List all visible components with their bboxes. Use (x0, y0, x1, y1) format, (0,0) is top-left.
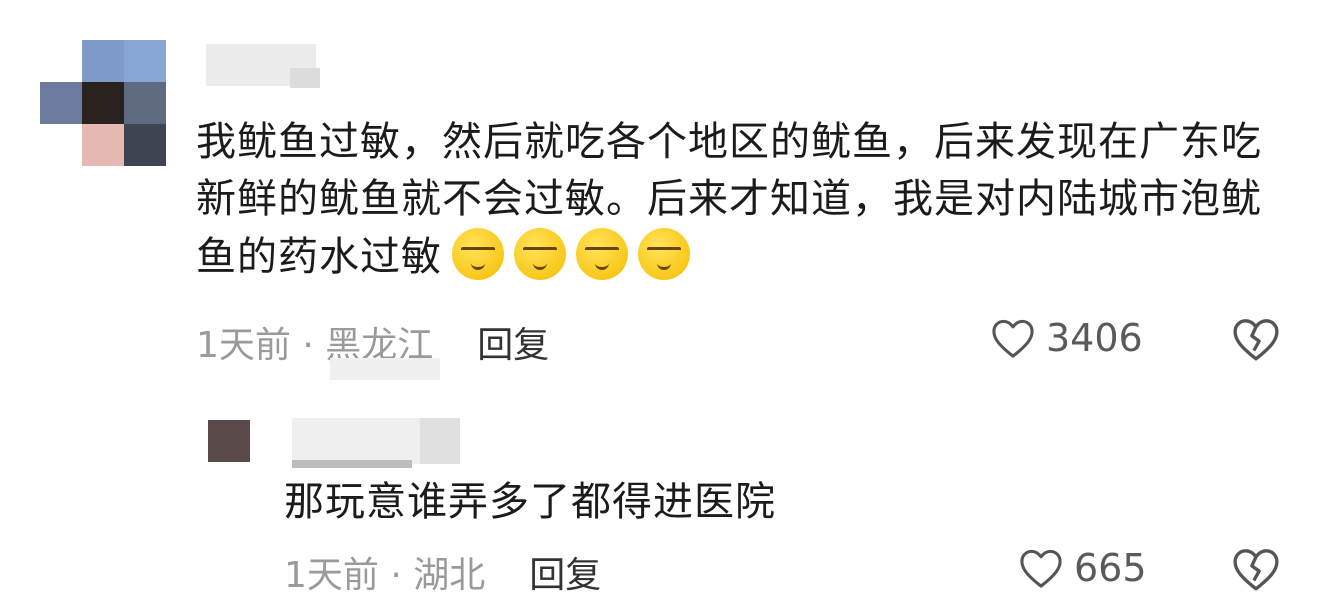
comment-body: 我鱿鱼过敏，然后就吃各个地区的鱿鱼，后来发现在广东吃新鲜的鱿鱼就不会过敏。后来才… (196, 119, 1262, 280)
like-button[interactable]: 665 (1018, 546, 1147, 590)
comment-text: 那玩意谁弄多了都得进医院 (284, 474, 1184, 531)
heart-icon (992, 319, 1034, 358)
like-count: 3406 (1046, 316, 1143, 360)
username-blurred[interactable] (292, 418, 422, 464)
like-button[interactable]: 3406 (990, 316, 1143, 360)
blurred-fragment (330, 358, 440, 380)
broken-heart-icon (1233, 319, 1279, 361)
broken-heart-icon (1233, 549, 1279, 591)
username-blurred-fragment (292, 460, 412, 468)
comment-body: 那玩意谁弄多了都得进医院 (284, 479, 776, 525)
avatar[interactable] (40, 40, 166, 166)
grimace-face-icon (452, 228, 504, 280)
comment-time-location: 1天前 · 湖北 (284, 555, 486, 596)
heart-icon (1020, 549, 1062, 588)
reply-button[interactable]: 回复 (477, 325, 549, 366)
like-count: 665 (1074, 546, 1147, 590)
grimace-face-icon (514, 228, 566, 280)
dislike-button[interactable] (1230, 316, 1282, 366)
dislike-button[interactable] (1230, 546, 1282, 596)
grimace-face-icon (638, 228, 690, 280)
comment-meta: 1天前 · 湖北 回复 (284, 546, 601, 598)
grimace-face-icon (576, 228, 628, 280)
username-blurred-fragment (290, 68, 320, 88)
reply-button[interactable]: 回复 (529, 555, 601, 596)
comment-text: 我鱿鱼过敏，然后就吃各个地区的鱿鱼，后来发现在广东吃新鲜的鱿鱼就不会过敏。后来才… (196, 114, 1276, 286)
avatar[interactable] (208, 420, 250, 462)
username-blurred-fragment (420, 418, 460, 464)
